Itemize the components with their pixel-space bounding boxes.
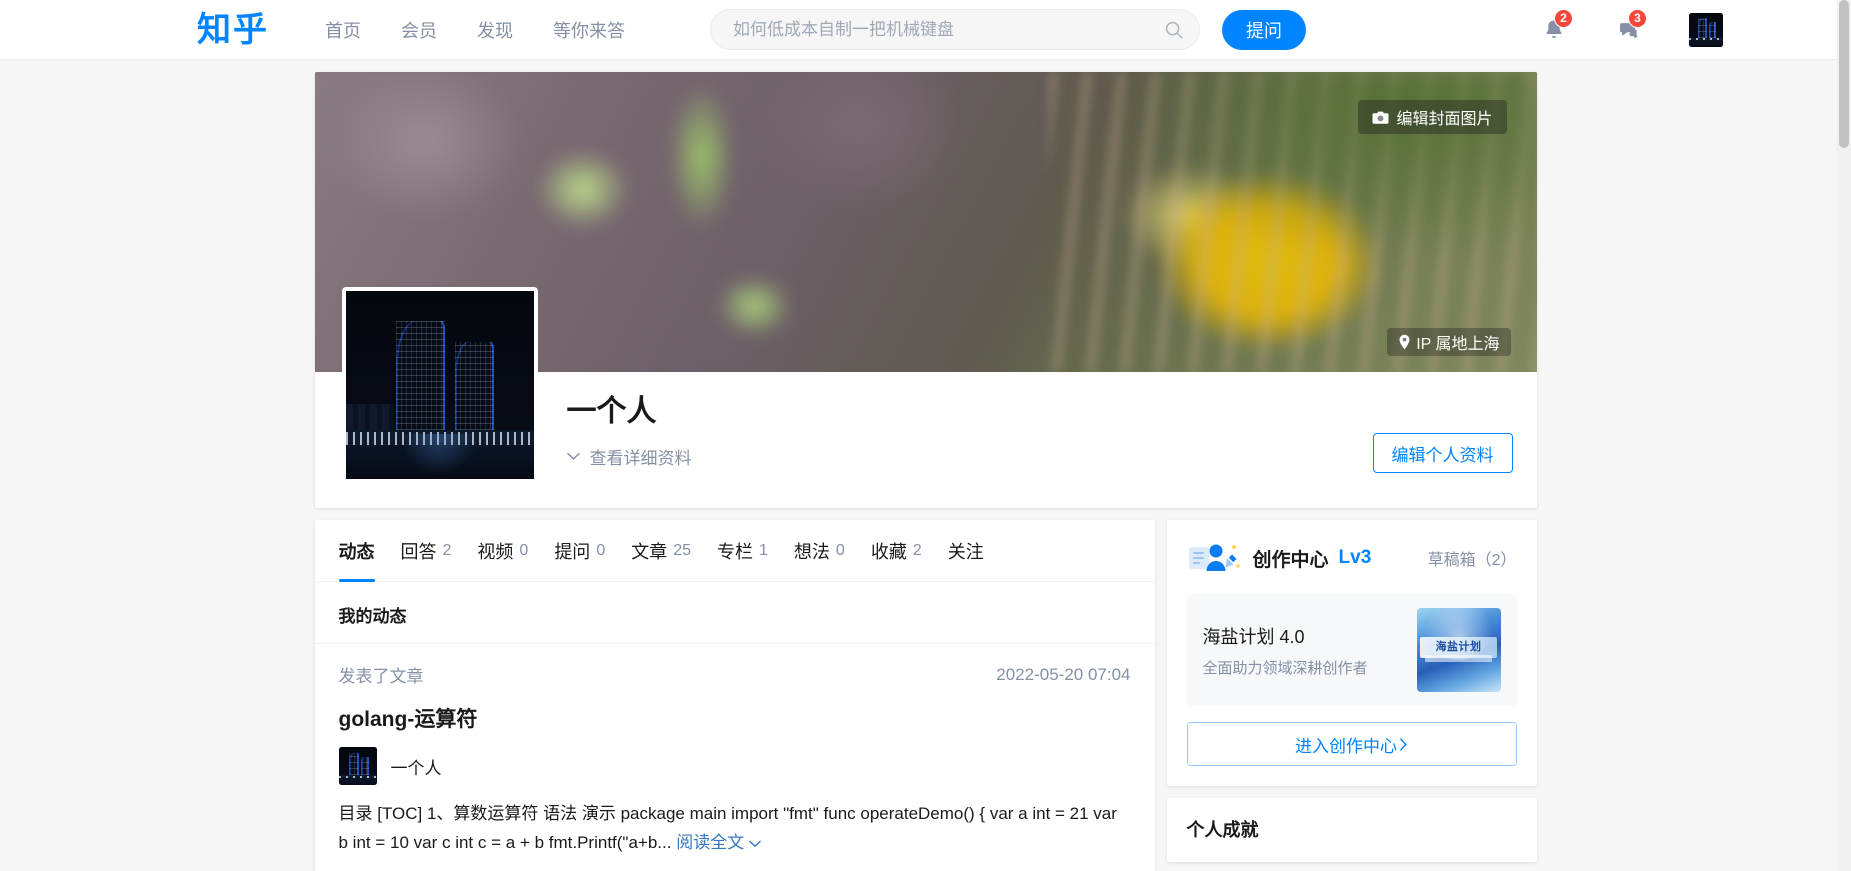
tab-following[interactable]: 关注 [948,520,984,582]
tab-articles[interactable]: 文章 25 [631,520,691,582]
lower-section: 动态 回答 2 视频 0 提问 0 文章 25 专栏 1 想法 0 收藏 2 关… [314,520,1537,871]
nav-item-explore[interactable]: 发现 [477,17,513,43]
ip-location-label: IP 属地上海 [1416,336,1500,353]
read-more-label: 阅读全文 [676,833,745,852]
tab-columns-count: 1 [759,541,768,559]
ip-location-badge: IP 属地上海 [1387,328,1511,356]
page-scrollbar[interactable] [1837,0,1851,871]
tab-videos-count: 0 [519,541,529,559]
tab-columns[interactable]: 专栏 1 [717,520,768,582]
tab-articles-count: 25 [673,541,692,559]
feed-article-author[interactable]: 一个人 [338,747,1131,785]
page-content: 编辑封面图片 IP 属地上海 一个人 查看详细资料 编辑个人资料 动态 回答 2… [0,60,1851,871]
feed-item-action: 发表了文章 [338,667,424,686]
edit-cover-button[interactable]: 编辑封面图片 [1358,100,1507,134]
promo-thumbnail-text: 海盐计划 [1435,641,1482,654]
messages-badge: 3 [1628,8,1647,28]
tab-articles-label: 文章 [631,541,668,562]
main-navigation: 首页 会员 发现 等你来答 [325,17,625,43]
nav-item-home[interactable]: 首页 [325,17,361,43]
messages-button[interactable]: 3 [1615,8,1647,43]
profile-card: 编辑封面图片 IP 属地上海 一个人 查看详细资料 编辑个人资料 [314,72,1537,508]
zhihu-profile-page: 知乎 首页 会员 发现 等你来答 提问 2 [0,0,1851,871]
promo-text: 海盐计划 4.0 全面助力领域深耕创作者 [1203,623,1405,678]
nav-item-vip[interactable]: 会员 [401,17,437,43]
zhihu-logo[interactable]: 知乎 [197,13,269,47]
chevron-down-icon [749,840,761,847]
promo-banner[interactable]: 海盐计划 4.0 全面助力领域深耕创作者 海盐计划 [1186,594,1517,706]
tab-activity-label: 动态 [338,541,375,562]
tab-questions-count: 0 [596,541,606,559]
tab-answers-label: 回答 [400,541,437,562]
profile-name: 一个人 [566,395,657,428]
profile-avatar-image [345,291,534,479]
feed-section-title: 我的动态 [314,582,1155,644]
chevron-down-icon [566,452,580,460]
feed-article-excerpt: 目录 [TOC] 1、算数运算符 语法 演示 package main impo… [339,799,1131,857]
drafts-link[interactable]: 草稿箱（2） [1428,546,1517,570]
feed-item: 发表了文章 2022-05-20 07:04 golang-运算符 一个人 目录… [315,644,1155,871]
feed-article-title[interactable]: golang-运算符 [339,703,1131,733]
promo-subtitle: 全面助力领域深耕创作者 [1202,659,1368,677]
sidebar-column: 创作中心 Lv3 草稿箱（2） 海盐计划 4.0 全面助力领域深耕创作者 海盐计… [1166,520,1537,871]
tab-pins-label: 想法 [793,541,830,562]
header-right-tools: 2 3 [1541,8,1723,47]
search-container [710,9,1200,50]
tab-pins-count: 0 [835,541,845,559]
feed-author-avatar-image [338,747,377,785]
search-icon[interactable] [1163,19,1185,41]
tab-videos-label: 视频 [477,541,514,562]
achievements-title: 个人成就 [1186,820,1259,840]
nav-item-waiting-answer[interactable]: 等你来答 [553,17,625,43]
tab-collections-count: 2 [912,541,922,559]
tab-collections-label: 收藏 [870,541,907,562]
promo-title: 海盐计划 4.0 [1202,626,1305,647]
notifications-badge: 2 [1554,8,1573,28]
edit-cover-label: 编辑封面图片 [1396,111,1493,128]
content-container: 编辑封面图片 IP 属地上海 一个人 查看详细资料 编辑个人资料 动态 回答 2… [314,72,1537,871]
tab-columns-label: 专栏 [717,541,754,562]
avatar-image [1689,12,1723,47]
tab-following-label: 关注 [947,541,984,562]
edit-profile-button[interactable]: 编辑个人资料 [1372,433,1513,473]
creator-center-level: Lv3 [1338,547,1372,568]
feed-author-avatar[interactable] [338,747,377,785]
profile-avatar[interactable] [341,287,538,483]
tab-pins[interactable]: 想法 0 [794,520,845,582]
feed-item-meta: 发表了文章 2022-05-20 07:04 [339,662,1131,687]
ask-question-button[interactable]: 提问 [1222,9,1306,50]
camera-icon [1372,111,1389,124]
tab-activity[interactable]: 动态 [338,520,375,582]
enter-creator-center-label: 进入创作中心 [1295,736,1397,756]
location-pin-icon [1399,334,1410,350]
search-input[interactable] [733,19,1163,40]
profile-body: 一个人 查看详细资料 编辑个人资料 [315,287,1537,508]
achievements-card: 个人成就 [1166,798,1537,862]
view-detail-label: 查看详细资料 [589,449,692,468]
tab-answers-count: 2 [442,541,452,559]
tab-videos[interactable]: 视频 0 [477,520,528,582]
site-header: 知乎 首页 会员 发现 等你来答 提问 2 [0,0,1851,60]
feed-author-name: 一个人 [390,758,442,778]
notifications-button[interactable]: 2 [1541,8,1573,43]
creator-center-card: 创作中心 Lv3 草稿箱（2） 海盐计划 4.0 全面助力领域深耕创作者 海盐计… [1166,520,1537,786]
promo-thumbnail[interactable]: 海盐计划 [1416,608,1501,692]
enter-creator-center-button[interactable]: 进入创作中心 [1186,722,1517,766]
search-box[interactable] [710,9,1200,50]
creator-center-title: 创作中心 [1252,549,1329,571]
read-more-link[interactable]: 阅读全文 [676,833,761,852]
tab-collections[interactable]: 收藏 2 [871,520,922,582]
tab-questions-label: 提问 [554,541,591,562]
feed-item-timestamp: 2022-05-20 07:04 [996,664,1131,684]
creator-pen-icon [1188,544,1240,571]
scrollbar-thumb[interactable] [1839,0,1849,148]
profile-tabs: 动态 回答 2 视频 0 提问 0 文章 25 专栏 1 想法 0 收藏 2 关… [314,520,1155,582]
tab-questions[interactable]: 提问 0 [554,520,605,582]
user-avatar[interactable] [1689,12,1723,47]
main-column: 动态 回答 2 视频 0 提问 0 文章 25 专栏 1 想法 0 收藏 2 关… [314,520,1155,871]
view-detail-link[interactable]: 查看详细资料 [566,444,692,469]
tab-answers[interactable]: 回答 2 [401,520,452,582]
creator-center-header: 创作中心 Lv3 草稿箱（2） [1187,538,1517,578]
chevron-right-icon [1400,737,1407,751]
